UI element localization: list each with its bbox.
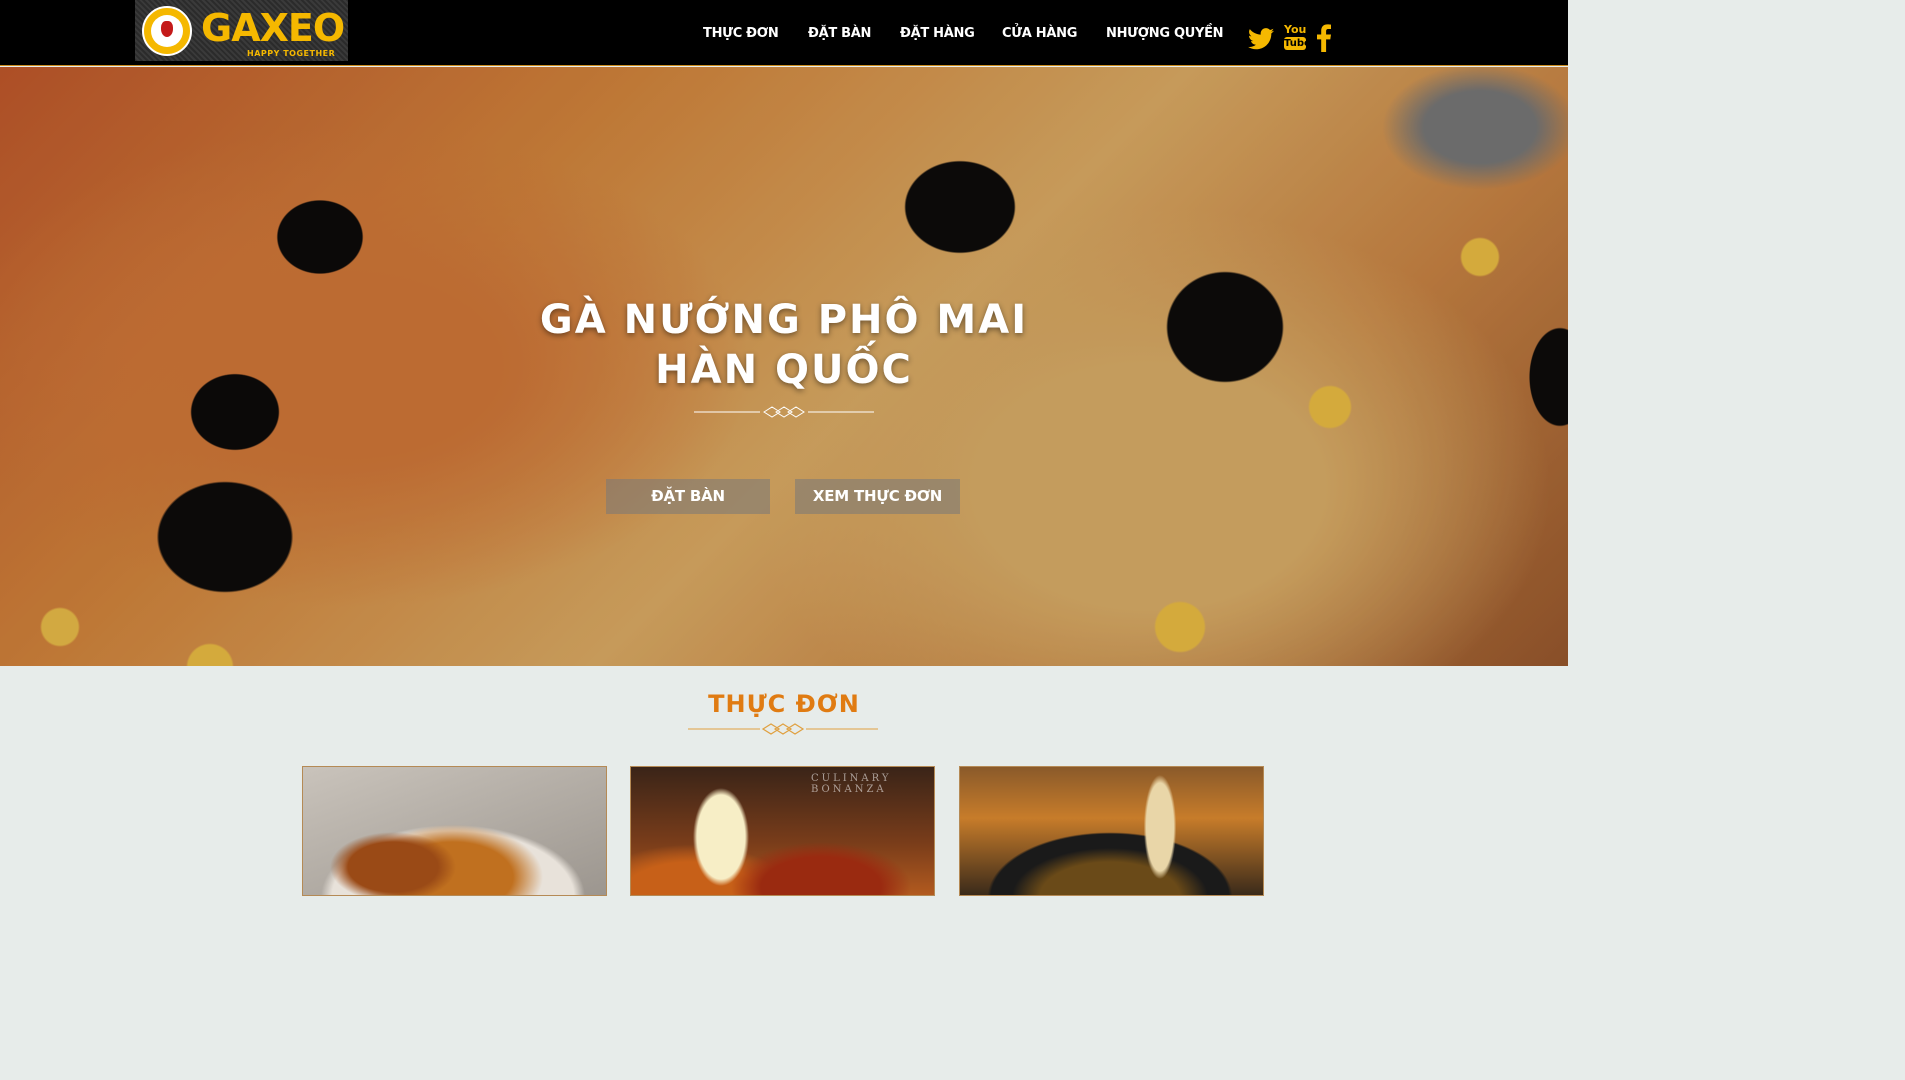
image-watermark: CULINARY BONANZA [811, 773, 892, 795]
gaxeo-logo[interactable]: GAXEO HAPPY TOGETHER [135, 0, 348, 61]
menu-card-noodles[interactable] [959, 766, 1264, 896]
nav-item-reservation[interactable]: ĐẶT BÀN [808, 26, 871, 41]
hero-title-line1: GÀ NƯỚNG PHÔ MAI [539, 297, 1029, 343]
nav-item-stores[interactable]: CỬA HÀNG [1002, 26, 1077, 41]
ornament-divider-icon [694, 406, 874, 418]
nav-item-order[interactable]: ĐẶT HÀNG [900, 26, 975, 41]
youtube-text-you: You [1284, 23, 1307, 36]
hero-banner: GÀ NƯỚNG PHÔ MAI HÀN QUỐC ĐẶT BÀN XEM TH… [0, 67, 1568, 666]
logo-tagline: HAPPY TOGETHER [247, 49, 336, 58]
hero-title-line2: HÀN QUỐC [655, 347, 913, 393]
menu-card-cheese-chicken[interactable]: CULINARY BONANZA [630, 766, 935, 896]
nav-item-menu[interactable]: THỰC ĐƠN [703, 26, 779, 41]
rooster-badge-icon [142, 6, 192, 56]
youtube-icon[interactable]: You Tube [1284, 23, 1311, 52]
reserve-table-button[interactable]: ĐẶT BÀN [606, 479, 770, 514]
logo-wordmark: GAXEO [201, 6, 345, 50]
view-menu-button[interactable]: XEM THỰC ĐƠN [795, 479, 960, 514]
menu-section-title: THỰC ĐƠN [708, 690, 860, 718]
facebook-icon[interactable] [1317, 24, 1331, 57]
ornament-divider-icon [688, 723, 878, 735]
menu-card-fried-chicken[interactable] [302, 766, 607, 896]
site-header: GAXEO HAPPY TOGETHER THỰC ĐƠN ĐẶT BÀN ĐẶ… [0, 0, 1568, 66]
youtube-text-tube: Tube [1284, 37, 1311, 50]
twitter-icon[interactable] [1248, 28, 1274, 55]
fried-chicken-image [303, 767, 606, 895]
nav-item-franchise[interactable]: NHƯỢNG QUYỀN [1106, 26, 1224, 41]
noodle-bowl-image [960, 767, 1263, 895]
